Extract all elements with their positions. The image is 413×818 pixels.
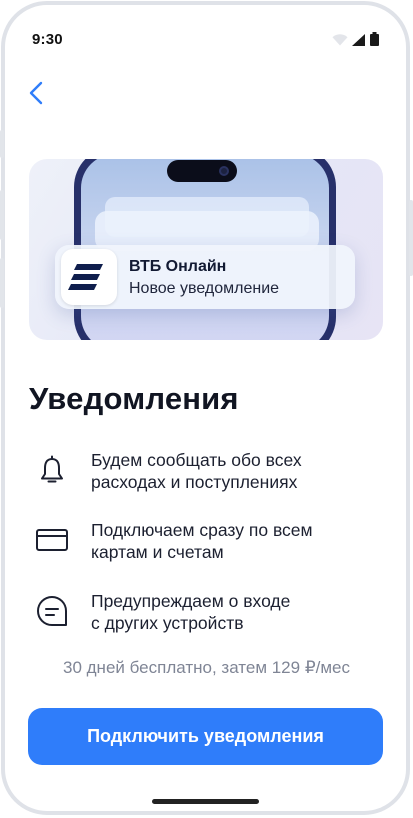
feature-text-line-1: Предупреждаем о входе: [91, 591, 291, 611]
feature-item-devices: Предупреждаем о входе с других устройств: [29, 590, 389, 640]
feature-text-line-2: картам и счетам: [91, 542, 224, 562]
camera-dot: [219, 166, 229, 176]
feature-text-line-1: Подключаем сразу по всем: [91, 520, 313, 540]
notification-app-name: ВТБ Онлайн: [129, 258, 227, 275]
side-button-volume-up: [0, 190, 4, 240]
home-indicator: [152, 799, 259, 804]
wifi-icon: [332, 33, 348, 51]
side-button-power: [409, 200, 413, 276]
dynamic-island: [167, 160, 237, 182]
signal-icon: [352, 33, 366, 51]
card-icon: [32, 519, 72, 561]
battery-icon: [370, 32, 379, 51]
side-button-volume-down: [0, 258, 4, 308]
feature-item-cards: Подключаем сразу по всем картам и счетам: [29, 519, 389, 569]
connect-notifications-button[interactable]: Подключить уведомления: [28, 708, 383, 765]
bell-icon: [32, 449, 72, 491]
feature-text-line-2: с других устройств: [91, 613, 244, 633]
status-bar: 9:30: [0, 0, 413, 60]
feature-text: Подключаем сразу по всем картам и счетам: [91, 519, 381, 563]
notification-message: Новое уведомление: [129, 280, 280, 297]
hero-illustration: ВТБ Онлайн Новое уведомление: [29, 159, 383, 340]
chevron-left-icon: [29, 81, 43, 110]
feature-text-line-2: расходах и поступлениях: [91, 472, 298, 492]
feature-text: Будем сообщать обо всех расходах и посту…: [91, 449, 381, 493]
chat-bubble-icon: [32, 590, 72, 632]
feature-text-line-1: Будем сообщать обо всех: [91, 450, 302, 470]
status-icons: [332, 32, 379, 51]
pricing-text: 30 дней бесплатно, затем 129 ₽/мес: [63, 658, 350, 677]
page-title: Уведомления: [29, 381, 239, 416]
notification-card: ВТБ Онлайн Новое уведомление: [55, 245, 355, 309]
back-button[interactable]: [22, 80, 50, 110]
feature-text: Предупреждаем о входе с других устройств: [91, 590, 381, 634]
feature-item-expenses: Будем сообщать обо всех расходах и посту…: [29, 449, 389, 499]
vtb-logo-icon: [61, 249, 117, 305]
side-button-silent: [0, 130, 4, 158]
status-time: 9:30: [32, 31, 63, 48]
